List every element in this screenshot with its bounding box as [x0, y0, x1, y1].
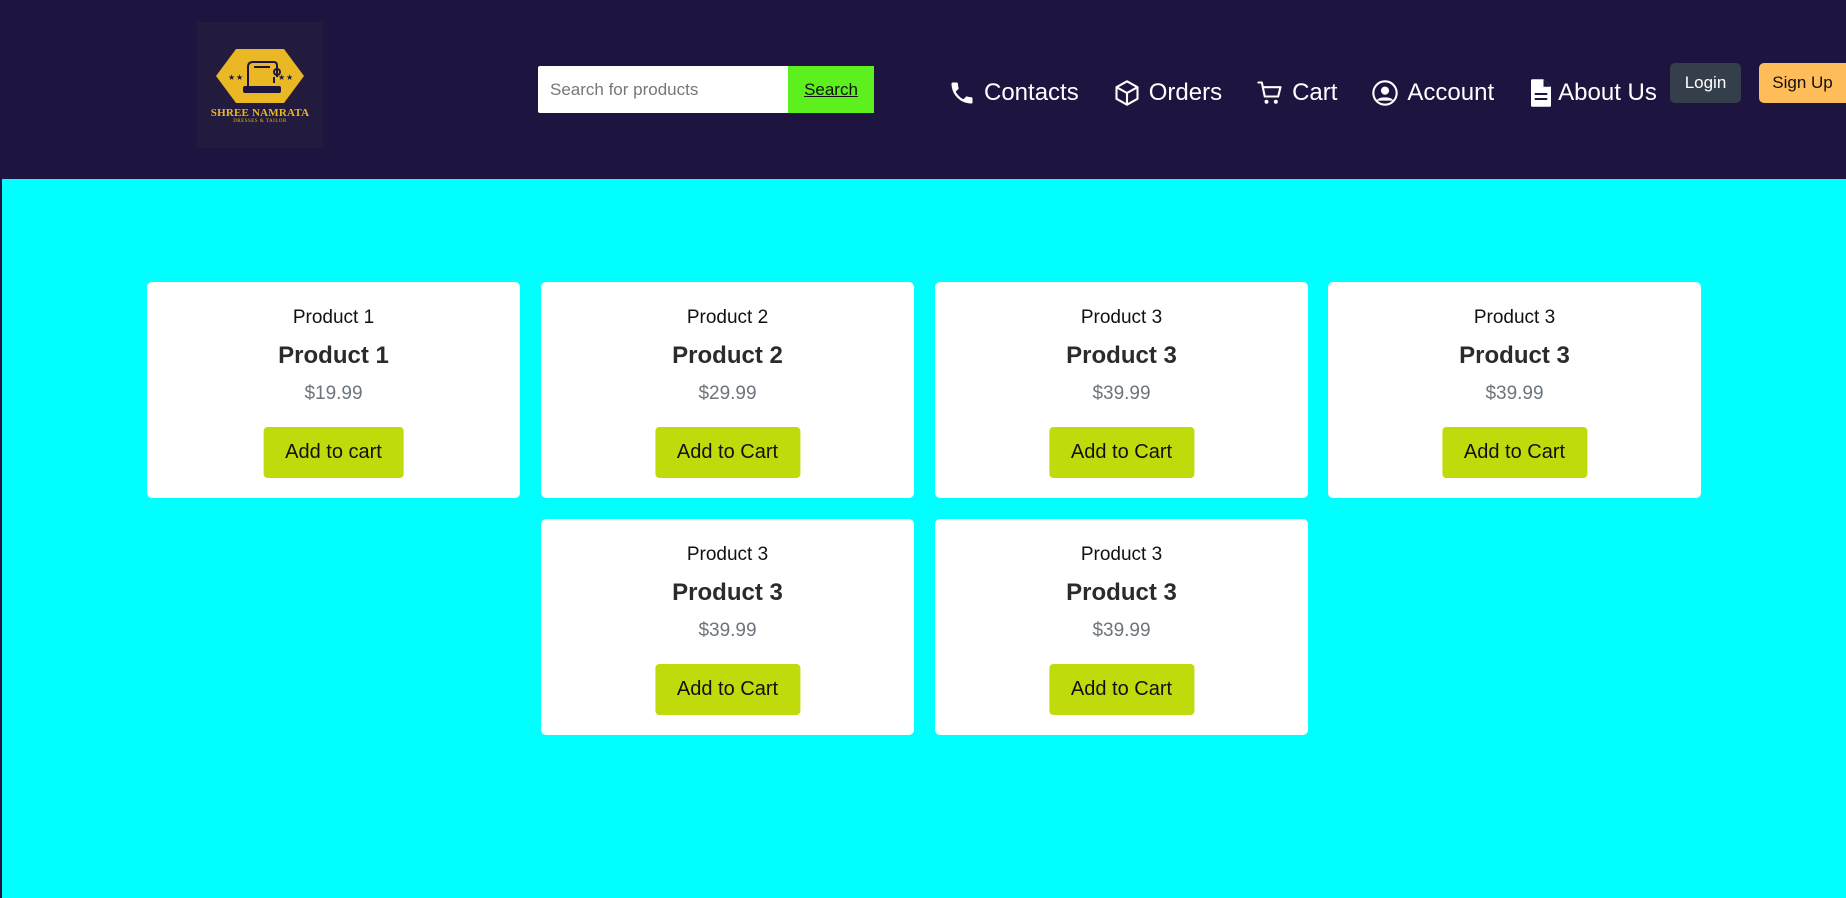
- add-to-cart-button[interactable]: Add to Cart: [654, 664, 801, 715]
- signup-button[interactable]: Sign Up: [1759, 63, 1846, 103]
- nav-account-label: Account: [1407, 79, 1495, 106]
- add-to-cart-button[interactable]: Add to Cart: [1048, 427, 1195, 478]
- product-price: $39.99: [1485, 383, 1544, 404]
- product-card: Product 2 Product 2 $29.99 Add to Cart: [541, 282, 914, 498]
- document-icon: [1531, 79, 1552, 107]
- search-input[interactable]: [538, 66, 788, 113]
- product-label: Product 3: [1080, 544, 1163, 565]
- search-button[interactable]: Search: [788, 66, 874, 113]
- svg-text:★: ★: [286, 73, 293, 82]
- sewing-machine-icon: ★ ★ ★ ★: [216, 48, 304, 103]
- nav-account[interactable]: Account: [1371, 79, 1494, 107]
- nav-orders[interactable]: Orders: [1113, 79, 1222, 107]
- product-title: Product 3: [672, 579, 783, 606]
- product-title: Product 1: [278, 342, 389, 369]
- product-price: $19.99: [304, 383, 363, 404]
- search-bar: Search: [538, 66, 874, 113]
- product-card: Product 1 Product 1 $19.99 Add to cart: [147, 282, 520, 498]
- box-icon: [1115, 80, 1139, 106]
- product-label: Product 3: [686, 544, 769, 565]
- product-price: $39.99: [698, 620, 757, 641]
- add-to-cart-button[interactable]: Add to Cart: [1048, 664, 1195, 715]
- product-price: $29.99: [698, 383, 757, 404]
- site-header: ★ ★ ★ ★ SHREE NAMRATA DRESSES & TAILOR S…: [0, 0, 1846, 179]
- product-label: Product 3: [1473, 307, 1556, 328]
- product-label: Product 2: [686, 307, 769, 328]
- product-title: Product 3: [1459, 342, 1570, 369]
- add-to-cart-button[interactable]: Add to Cart: [1441, 427, 1588, 478]
- add-to-cart-button[interactable]: Add to cart: [263, 427, 404, 478]
- login-button[interactable]: Login: [1670, 63, 1741, 103]
- product-card: Product 3 Product 3 $39.99 Add to Cart: [935, 519, 1308, 735]
- product-label: Product 1: [292, 307, 375, 328]
- product-title: Product 2: [672, 342, 783, 369]
- product-card: Product 3 Product 3 $39.99 Add to Cart: [541, 519, 914, 735]
- product-title: Product 3: [1066, 579, 1177, 606]
- main-nav: Contacts Orders Cart Account About Us: [948, 74, 1657, 112]
- product-label: Product 3: [1080, 307, 1163, 328]
- add-to-cart-button[interactable]: Add to Cart: [654, 427, 801, 478]
- brand-tagline: DRESSES & TAILOR: [233, 118, 287, 124]
- product-price: $39.99: [1092, 620, 1151, 641]
- nav-contacts-label: Contacts: [984, 79, 1079, 106]
- user-circle-icon: [1372, 80, 1399, 106]
- nav-cart[interactable]: Cart: [1256, 79, 1337, 107]
- product-card: Product 3 Product 3 $39.99 Add to Cart: [1328, 282, 1701, 498]
- brand-logo[interactable]: ★ ★ ★ ★ SHREE NAMRATA DRESSES & TAILOR: [197, 22, 323, 148]
- product-price: $39.99: [1092, 383, 1151, 404]
- product-title: Product 3: [1066, 342, 1177, 369]
- nav-cart-label: Cart: [1292, 79, 1338, 106]
- nav-contacts[interactable]: Contacts: [948, 79, 1079, 107]
- nav-about-us[interactable]: About Us: [1528, 78, 1657, 108]
- svg-text:★: ★: [236, 73, 243, 82]
- brand-name: SHREE NAMRATA: [210, 106, 310, 119]
- product-card: Product 3 Product 3 $39.99 Add to Cart: [935, 282, 1308, 498]
- nav-orders-label: Orders: [1148, 79, 1223, 106]
- phone-icon: [951, 82, 973, 104]
- nav-about-us-label: About Us: [1558, 79, 1657, 106]
- cart-icon: [1257, 81, 1282, 104]
- svg-text:★: ★: [228, 73, 235, 82]
